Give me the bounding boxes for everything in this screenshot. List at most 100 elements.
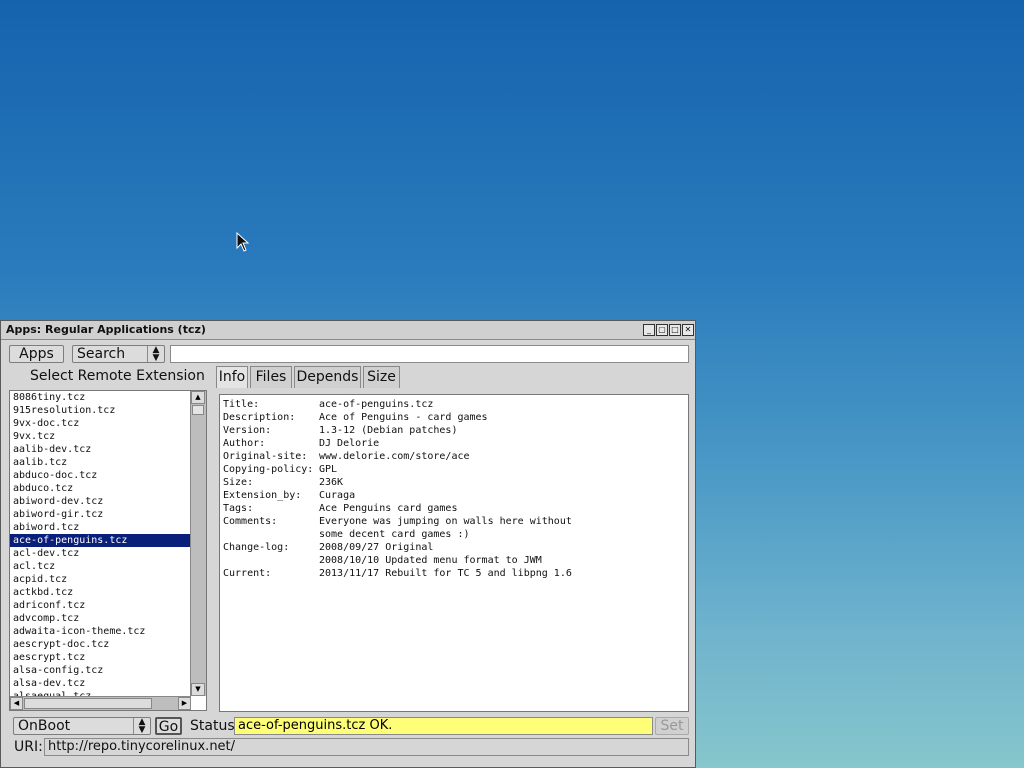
window-title: Apps: Regular Applications (tcz) xyxy=(6,323,206,336)
info-row: Tags: Ace Penguins card games xyxy=(223,502,688,515)
info-row: Extension_by: Curaga xyxy=(223,489,688,502)
status-field: ace-of-penguins.tcz OK. xyxy=(234,717,653,735)
close-icon[interactable]: ✕ xyxy=(682,324,694,336)
info-row: Description: Ace of Penguins - card games xyxy=(223,411,688,424)
list-item[interactable]: acpid.tcz xyxy=(10,573,191,586)
list-item[interactable]: abiword.tcz xyxy=(10,521,191,534)
tab-depends[interactable]: Depends xyxy=(294,366,361,388)
info-key: Original-site: xyxy=(223,451,308,462)
info-row: Title: ace-of-penguins.tcz xyxy=(223,398,688,411)
list-item[interactable]: aescrypt.tcz xyxy=(10,651,191,664)
mouse-pointer-icon xyxy=(236,232,250,252)
list-item[interactable]: actkbd.tcz xyxy=(10,586,191,599)
list-vertical-scrollbar[interactable]: ▲ ▼ xyxy=(190,391,206,696)
list-item[interactable]: acl.tcz xyxy=(10,560,191,573)
list-item[interactable]: advcomp.tcz xyxy=(10,612,191,625)
info-row: Change-log: 2008/09/27 Original xyxy=(223,541,688,554)
set-button[interactable]: Set xyxy=(655,717,689,735)
uri-label: URI: xyxy=(14,739,43,755)
info-key: Extension_by: xyxy=(223,490,302,501)
info-row: 2008/10/10 Updated menu format to JWM xyxy=(223,554,688,567)
minimize-icon[interactable]: _ xyxy=(643,324,655,336)
tab-info[interactable]: Info xyxy=(216,366,248,388)
info-value: DJ Delorie xyxy=(319,438,380,449)
extension-list[interactable]: 8086tiny.tcz 915resolution.tcz 9vx-doc.tcz… xyxy=(9,390,207,711)
list-item[interactable]: abduco.tcz xyxy=(10,482,191,495)
apps-menu-button[interactable]: Apps xyxy=(9,345,64,363)
list-item[interactable]: abiword-dev.tcz xyxy=(10,495,191,508)
info-key xyxy=(223,528,319,541)
list-item[interactable]: 8086tiny.tcz xyxy=(10,391,191,404)
restore-icon[interactable]: ▢ xyxy=(656,324,668,336)
info-value: Everyone was jumping on walls here witho… xyxy=(319,516,572,527)
info-key: Size: xyxy=(223,477,254,488)
list-item[interactable]: adriconf.tcz xyxy=(10,599,191,612)
scroll-thumb[interactable] xyxy=(192,405,204,415)
install-mode-select[interactable]: OnBoot ▲ ▼ xyxy=(13,717,151,735)
list-item[interactable]: adwaita-icon-theme.tcz xyxy=(10,625,191,638)
info-value: Curaga xyxy=(319,490,356,501)
info-value: some decent card games :) xyxy=(319,529,470,540)
search-input[interactable] xyxy=(170,345,689,363)
info-value: GPL xyxy=(319,464,338,475)
info-value: 1.3-12 (Debian patches) xyxy=(319,425,458,436)
info-row: Size: 236K xyxy=(223,476,688,489)
apps-window: Apps: Regular Applications (tcz) _ ▢ □ ✕… xyxy=(0,320,696,768)
info-key: Tags: xyxy=(223,503,254,514)
scroll-left-icon[interactable]: ◀ xyxy=(10,697,23,710)
list-item[interactable]: aalib.tcz xyxy=(10,456,191,469)
search-mode-select[interactable]: Search ▲ ▼ xyxy=(72,345,165,363)
list-item[interactable]: 9vx-doc.tcz xyxy=(10,417,191,430)
info-row: some decent card games :) xyxy=(223,528,688,541)
hscroll-thumb[interactable] xyxy=(24,698,152,709)
scroll-right-icon[interactable]: ▶ xyxy=(178,697,191,710)
maximize-icon[interactable]: □ xyxy=(669,324,681,336)
tab-files[interactable]: Files xyxy=(250,366,292,388)
info-row: Comments: Everyone was jumping on walls h… xyxy=(223,515,688,528)
list-item[interactable]: ace-of-penguins.tcz xyxy=(10,534,191,547)
info-value: 2008/10/10 Updated menu format to JWM xyxy=(319,555,542,566)
info-value: ace-of-penguins.tcz xyxy=(319,399,434,410)
info-row: Author: DJ Delorie xyxy=(223,437,688,450)
list-item[interactable]: aalib-dev.tcz xyxy=(10,443,191,456)
list-item[interactable]: 9vx.tcz xyxy=(10,430,191,443)
scroll-up-icon[interactable]: ▲ xyxy=(191,391,205,404)
window-titlebar[interactable]: Apps: Regular Applications (tcz) _ ▢ □ ✕ xyxy=(1,321,695,340)
info-value: 236K xyxy=(319,477,344,488)
info-key xyxy=(223,554,319,567)
list-item[interactable]: abiword-gir.tcz xyxy=(10,508,191,521)
status-label: Status xyxy=(190,718,235,734)
info-row: Current: 2013/11/17 Rebuilt for TC 5 and … xyxy=(223,567,688,580)
info-row: Copying-policy: GPL xyxy=(223,463,688,476)
list-horizontal-scrollbar[interactable]: ◀ ▶ xyxy=(10,696,191,710)
list-item[interactable]: 915resolution.tcz xyxy=(10,404,191,417)
info-panel: Title: ace-of-penguins.tcz Description: Ace… xyxy=(219,394,689,712)
info-value: Ace of Penguins - card games xyxy=(319,412,488,423)
list-item[interactable]: alsa-dev.tcz xyxy=(10,677,191,690)
install-mode-value: OnBoot xyxy=(18,718,71,734)
info-key: Comments: xyxy=(223,516,278,527)
uri-field[interactable]: http://repo.tinycorelinux.net/ xyxy=(44,738,689,756)
list-item[interactable]: acl-dev.tcz xyxy=(10,547,191,560)
list-item[interactable]: abduco-doc.tcz xyxy=(10,469,191,482)
info-key: Change-log: xyxy=(223,542,290,553)
list-item[interactable]: alsa-config.tcz xyxy=(10,664,191,677)
list-item[interactable]: aescrypt-doc.tcz xyxy=(10,638,191,651)
info-value: Ace Penguins card games xyxy=(319,503,458,514)
info-value: 2008/09/27 Original xyxy=(319,542,434,553)
go-button[interactable]: Go xyxy=(155,717,182,735)
info-key: Author: xyxy=(223,438,266,449)
info-row: Original-site: www.delorie.com/store/ace xyxy=(223,450,688,463)
info-key: Copying-policy: xyxy=(223,464,314,475)
info-value: 2013/11/17 Rebuilt for TC 5 and libpng 1… xyxy=(319,568,572,579)
select-remote-extension-heading: Select Remote Extension xyxy=(30,368,205,384)
tab-size[interactable]: Size xyxy=(363,366,400,388)
info-key: Current: xyxy=(223,568,272,579)
select-updown-icon: ▲ ▼ xyxy=(147,346,164,363)
info-row: Version: 1.3-12 (Debian patches) xyxy=(223,424,688,437)
search-mode-value: Search xyxy=(77,346,126,362)
extension-list-items: 8086tiny.tcz 915resolution.tcz 9vx-doc.tcz… xyxy=(10,391,191,696)
scroll-down-icon[interactable]: ▼ xyxy=(191,683,205,696)
select-updown-icon: ▲ ▼ xyxy=(133,718,150,735)
info-key: Version: xyxy=(223,425,272,436)
